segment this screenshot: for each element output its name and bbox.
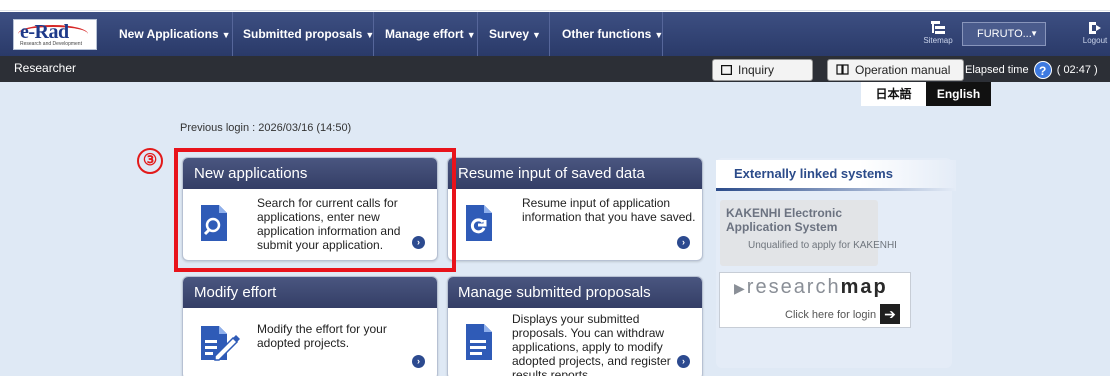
annotation-marker: ③ xyxy=(137,148,163,174)
nav-label: Manage effort xyxy=(385,27,464,41)
sitemap-link[interactable]: Sitemap xyxy=(923,16,953,54)
kakenhi-title: KAKENHI Electronic Application System xyxy=(726,206,843,234)
researchmap-light: research xyxy=(746,276,841,298)
help-icon[interactable]: ? xyxy=(1033,61,1052,80)
card-manage-submitted[interactable]: Manage submitted proposals Displays your… xyxy=(447,276,703,376)
nav-survey[interactable]: Survey ▼ xyxy=(489,12,541,56)
chevron-down-icon: ▼ xyxy=(466,30,476,40)
elapsed-time: Elapsed time ? ( 02:47 ) xyxy=(965,60,1098,80)
arrow-right-icon: › xyxy=(677,355,690,368)
logo-subtext: Research and Development xyxy=(20,41,82,47)
nav-label: Other functions xyxy=(562,27,652,41)
book-icon xyxy=(836,64,849,75)
highlight-box xyxy=(174,148,456,272)
nav-other-functions[interactable]: Other functions ▼ xyxy=(562,12,663,56)
inquiry-label: Inquiry xyxy=(738,63,775,77)
play-icon: ▶ xyxy=(734,280,747,296)
document-resume-icon xyxy=(466,205,492,241)
sitemap-label: Sitemap xyxy=(923,36,953,45)
user-name: FURUTO... xyxy=(977,28,1032,40)
nav-label: Survey xyxy=(489,27,530,41)
nav-label: Submitted proposals xyxy=(243,27,363,41)
arrow-right-icon: › xyxy=(677,236,690,249)
researchmap-login-text[interactable]: Click here for login xyxy=(785,309,876,321)
role-label: Researcher xyxy=(14,61,77,75)
chevron-down-icon: ▼ xyxy=(221,30,231,40)
kakenhi-note: Unqualified to apply for KAKENHI xyxy=(748,240,897,251)
researchmap-logo: ▶researchmap xyxy=(734,276,888,299)
card-resume-input[interactable]: Resume input of saved data Resume input … xyxy=(447,157,703,261)
user-menu[interactable]: FURUTO... ▼ xyxy=(962,22,1046,46)
card-modify-effort[interactable]: Modify effort Modify the effort for your… xyxy=(182,276,438,376)
external-systems-heading: Externally linked systems xyxy=(716,160,956,188)
chevron-down-icon: ▼ xyxy=(1030,29,1038,38)
nav-divider xyxy=(477,12,478,56)
previous-login: Previous login : 2026/03/16 (14:50) xyxy=(180,122,352,134)
nav-divider xyxy=(549,12,550,56)
elapsed-value: ( 02:47 ) xyxy=(1056,64,1098,76)
arrow-right-icon: › xyxy=(412,355,425,368)
card-description: Modify the effort for your adopted proje… xyxy=(257,322,387,350)
inquiry-button[interactable]: Inquiry xyxy=(712,59,813,81)
chevron-down-icon: ▼ xyxy=(532,30,541,40)
nav-manage-effort[interactable]: Manage effort ▼ xyxy=(385,12,476,56)
elapsed-label: Elapsed time xyxy=(965,64,1029,76)
researchmap-bold: map xyxy=(840,276,888,298)
nav-divider xyxy=(662,12,663,56)
nav-divider xyxy=(232,12,233,56)
logout-icon xyxy=(1089,22,1101,34)
language-japanese[interactable]: 日本語 xyxy=(861,82,926,106)
card-description: Resume input of application information … xyxy=(522,196,696,224)
sitemap-icon xyxy=(931,21,945,34)
document-edit-icon xyxy=(201,326,240,361)
card-description: Displays your submitted proposals. You c… xyxy=(512,312,671,376)
top-strip xyxy=(0,0,1110,11)
language-english[interactable]: English xyxy=(926,82,991,106)
nav-submitted-proposals[interactable]: Submitted proposals ▼ xyxy=(243,12,374,56)
erad-logo[interactable]: e-Rad Research and Development xyxy=(13,19,97,50)
heading-underline xyxy=(716,188,956,191)
card-title: Resume input of saved data xyxy=(448,158,702,189)
nav-divider xyxy=(373,12,374,56)
nav-label: New Applications xyxy=(119,27,219,41)
document-list-icon xyxy=(466,324,492,360)
inquiry-icon xyxy=(721,64,732,75)
manual-label: Operation manual xyxy=(855,63,951,77)
card-title: Modify effort xyxy=(183,277,437,308)
logout-label: Logout xyxy=(1082,36,1108,45)
card-title: Manage submitted proposals xyxy=(448,277,702,308)
arrow-right-icon[interactable]: ➔ xyxy=(880,304,900,324)
nav-new-applications[interactable]: New Applications ▼ xyxy=(119,12,231,56)
logout-link[interactable]: Logout xyxy=(1080,16,1110,54)
operation-manual-button[interactable]: Operation manual xyxy=(827,59,964,81)
